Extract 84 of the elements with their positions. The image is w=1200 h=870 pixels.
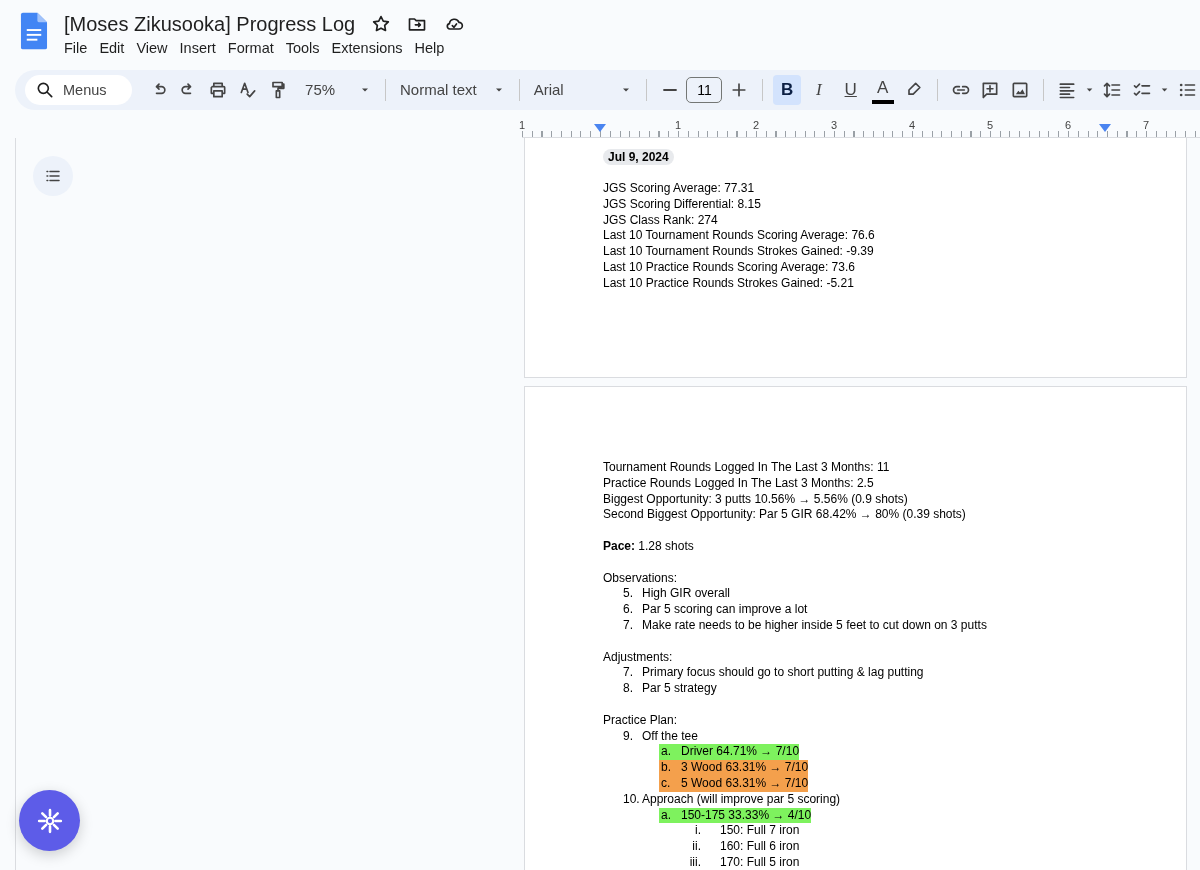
- list-item-text: 3 Wood 63.31% → 7/10: [681, 760, 809, 776]
- search-icon: [35, 80, 55, 100]
- list-item-text: 5 Wood 63.31% → 7/10: [681, 775, 809, 792]
- list-item-text: 150: Full 7 iron: [720, 823, 800, 840]
- line-spacing-icon: [1102, 80, 1123, 100]
- date-chip[interactable]: Jul 9, 2024: [603, 149, 674, 165]
- ruler-number: 4: [909, 119, 916, 131]
- menu-item[interactable]: Edit: [93, 38, 131, 58]
- list-marker: 6.: [623, 602, 634, 618]
- italic-button[interactable]: I: [805, 75, 833, 105]
- menu-item[interactable]: Insert: [173, 38, 222, 58]
- bold-button[interactable]: B: [773, 75, 802, 105]
- list-marker: b.: [660, 760, 672, 776]
- text-line: Practice Rounds Logged In The Last 3 Months: 2.5: [603, 475, 875, 492]
- section-heading: Adjustments:: [603, 649, 674, 666]
- ruler-number: 3: [831, 119, 838, 131]
- left-indent-marker-icon[interactable]: [594, 124, 606, 132]
- list-marker: 7.: [623, 665, 634, 682]
- list-marker: i.: [694, 823, 701, 840]
- star-icon[interactable]: [371, 14, 392, 34]
- text-line: Second Biggest Opportunity: Par 5 GIR 68.42% → 80% (0.39 shots): [603, 507, 967, 524]
- text-line: Last 10 Practice Rounds Scoring Average: 73.6: [603, 260, 856, 276]
- menu-item[interactable]: View: [130, 38, 174, 58]
- print-icon: [208, 80, 229, 100]
- list-item-text: Approach (will improve par 5 scoring): [642, 791, 841, 808]
- list-item-text: 170: Full 5 iron: [720, 854, 800, 870]
- ruler[interactable]: 1 1 2 3 4 5 6 7: [522, 119, 1200, 138]
- list-marker: a.: [660, 807, 672, 824]
- list-marker: ii.: [691, 839, 701, 855]
- list-item-text: High GIR overall: [642, 586, 731, 603]
- list-marker: 7.: [623, 617, 634, 634]
- list-marker: 5.: [623, 586, 634, 603]
- font-size-field[interactable]: 11: [686, 77, 723, 103]
- menu-item[interactable]: File: [58, 38, 94, 58]
- assistant-button[interactable]: [19, 790, 80, 851]
- paragraph-style-dropdown[interactable]: Normal text: [396, 78, 509, 102]
- list-marker: a.: [660, 744, 672, 761]
- ruler-number: 7: [1143, 119, 1150, 131]
- text-line: Tournament Rounds Logged In The Last 3 Months: 11: [603, 460, 891, 476]
- search-field[interactable]: Menus: [25, 75, 132, 105]
- ruler-number: 6: [1065, 119, 1072, 131]
- list-item-text: 150-175 33.33% → 4/10: [681, 807, 812, 824]
- add-comment-icon: [980, 80, 1001, 100]
- menu-item[interactable]: Format: [221, 38, 280, 58]
- ruler-number: 5: [987, 119, 994, 131]
- underline-button[interactable]: U: [836, 75, 865, 105]
- ruler-number: 1: [519, 119, 526, 131]
- font-dropdown[interactable]: Arial: [529, 78, 636, 102]
- list-item-text: 160: Full 6 iron: [720, 839, 800, 855]
- list-marker: 8.: [623, 681, 634, 697]
- text-color-button[interactable]: A: [871, 76, 894, 104]
- list-marker: c.: [660, 775, 672, 792]
- asterisk-icon: [36, 807, 63, 834]
- text-line: Last 10 Tournament Rounds Strokes Gained: -9.39: [603, 244, 875, 260]
- text-line: Biggest Opportunity: 3 putts 10.56% → 5.56% (0.9 shots): [603, 491, 909, 508]
- list-marker: 10.: [623, 791, 641, 808]
- menu-item[interactable]: Extensions: [325, 38, 409, 58]
- list-marker: 9.: [623, 728, 634, 745]
- outline-button[interactable]: [33, 156, 73, 196]
- ruler-number: 2: [753, 119, 760, 131]
- text-line: JGS Class Rank: 274: [603, 212, 719, 229]
- list-item-text: Par 5 scoring can improve a lot: [642, 602, 808, 618]
- text-line: Last 10 Practice Rounds Strokes Gained: -5.21: [603, 275, 855, 292]
- minus-icon: [662, 89, 677, 91]
- section-heading: Observations:: [603, 570, 679, 587]
- menu-item[interactable]: Help: [408, 38, 451, 58]
- list-item-text: Primary focus should go to short putting & lag putting: [642, 665, 924, 682]
- list-item-text: Par 5 strategy: [642, 681, 717, 697]
- text-line: JGS Scoring Differential: 8.15: [603, 196, 762, 213]
- image-icon: [1010, 80, 1031, 100]
- menu-item[interactable]: Tools: [279, 38, 326, 58]
- text-line: JGS Scoring Average: 77.31: [603, 181, 756, 197]
- document-title[interactable]: [Moses Zikusooka] Progress Log: [64, 12, 356, 36]
- docs-logo-icon[interactable]: [20, 12, 48, 50]
- ruler-number: 1: [675, 119, 682, 131]
- text-line: Pace: 1.28 shots: [603, 539, 695, 555]
- text-line: Last 10 Tournament Rounds Scoring Average: 76.6: [603, 228, 876, 245]
- list-item-text: Driver 64.71% → 7/10: [681, 744, 800, 761]
- list-item-text: Off the tee: [642, 728, 698, 745]
- right-indent-marker-icon[interactable]: [1099, 124, 1111, 132]
- list-marker: iii.: [688, 854, 701, 870]
- zoom-dropdown[interactable]: 75%: [295, 78, 376, 102]
- section-heading: Practice Plan:: [603, 712, 679, 729]
- list-item-text: Make rate needs to be higher inside 5 feet to cut down on 3 putts: [642, 617, 987, 634]
